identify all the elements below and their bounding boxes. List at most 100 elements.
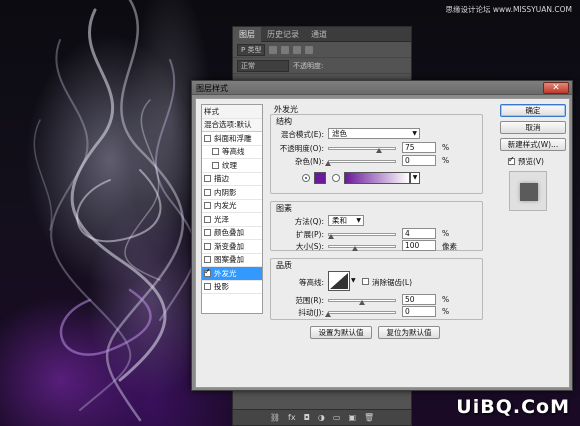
style-item[interactable]: 渐变叠加	[202, 240, 262, 254]
size-slider[interactable]	[328, 245, 396, 248]
style-item[interactable]: 内阴影	[202, 186, 262, 200]
style-checkbox[interactable]	[204, 242, 211, 250]
style-checkbox[interactable]	[204, 188, 211, 196]
blend-options-item[interactable]: 混合选项:默认	[202, 118, 262, 132]
dialog-titlebar[interactable]: 图层样式 ✕	[192, 81, 572, 95]
contour-dropdown-icon[interactable]: ▼	[351, 277, 356, 284]
style-checkbox[interactable]	[204, 267, 211, 277]
style-preview-thumbnail	[509, 171, 547, 211]
style-checkbox[interactable]	[212, 148, 219, 156]
opacity-label: 不透明度(O):	[279, 144, 324, 153]
anti-alias-checkbox[interactable]	[362, 278, 369, 285]
preview-label: 预览(V)	[518, 157, 544, 166]
quality-title: 品质	[276, 261, 292, 270]
spread-slider-thumb[interactable]	[327, 234, 334, 239]
opacity-slider-thumb[interactable]	[376, 148, 382, 153]
style-item[interactable]: 图案叠加	[202, 254, 262, 267]
spread-slider[interactable]	[328, 233, 396, 236]
style-item[interactable]: 颜色叠加	[202, 227, 262, 240]
structure-title: 结构	[276, 117, 292, 126]
layer-fx-icon[interactable]: fx	[288, 413, 296, 422]
gradient-dropdown-button[interactable]: ▼	[410, 172, 420, 184]
new-group-icon[interactable]: ▭	[333, 413, 341, 422]
style-item-label: 光泽	[214, 214, 229, 224]
size-slider-thumb[interactable]	[352, 246, 359, 251]
preview-square	[520, 183, 538, 201]
add-mask-icon[interactable]: ◘	[304, 413, 310, 422]
cancel-button[interactable]: 取消	[500, 121, 566, 134]
style-checkbox[interactable]	[204, 283, 211, 291]
contour-label: 等高线:	[298, 278, 324, 287]
tab-layers[interactable]: 图层	[233, 26, 261, 42]
text-filter-icon[interactable]	[293, 45, 302, 54]
jitter-input[interactable]: 0	[402, 306, 436, 317]
dialog-title: 图层样式	[196, 84, 228, 93]
technique-value: 柔和	[332, 216, 347, 225]
solid-color-radio[interactable]	[302, 174, 310, 182]
close-button[interactable]: ✕	[543, 82, 569, 94]
reset-default-button[interactable]: 复位为默认值	[378, 326, 440, 339]
adjustment-layer-icon[interactable]: ◑	[318, 413, 325, 422]
gradient-swatch[interactable]	[344, 172, 410, 184]
style-item[interactable]: 外发光	[202, 267, 262, 281]
layers-blend-row: 正常 不透明度:	[233, 58, 411, 74]
make-default-button[interactable]: 设置为默认值	[310, 326, 372, 339]
blend-mode-select[interactable]: 滤色 ▼	[328, 128, 420, 139]
contour-picker[interactable]	[328, 271, 350, 291]
opacity-slider[interactable]	[328, 147, 396, 150]
delete-layer-icon[interactable]: 🗑	[364, 413, 374, 422]
style-item-label: 斜面和浮雕	[214, 133, 252, 143]
shape-filter-icon[interactable]	[305, 45, 314, 54]
contour-curve-icon	[330, 273, 348, 289]
elements-title: 图素	[276, 204, 292, 213]
ok-button[interactable]: 确定	[500, 104, 566, 117]
range-label: 范围(R):	[295, 296, 324, 305]
style-item[interactable]: 内发光	[202, 200, 262, 213]
size-label: 大小(S):	[295, 242, 324, 251]
outer-glow-settings: 外发光 结构 混合模式(E): 滤色 ▼ 不透明度(O): 75 % 杂色(N)…	[268, 102, 486, 386]
tab-channels[interactable]: 通道	[305, 27, 333, 42]
preview-checkbox[interactable]	[508, 155, 515, 165]
spread-input[interactable]: 4	[402, 228, 436, 239]
link-layers-icon[interactable]: ⛓	[270, 413, 280, 422]
size-input[interactable]: 100	[402, 240, 436, 251]
style-item[interactable]: 斜面和浮雕	[202, 132, 262, 146]
style-item[interactable]: 等高线	[202, 146, 262, 159]
style-checkbox[interactable]	[204, 134, 211, 142]
new-style-button[interactable]: 新建样式(W)...	[500, 138, 566, 151]
jitter-slider[interactable]	[328, 311, 396, 314]
noise-input[interactable]: 0	[402, 155, 436, 166]
style-checkbox[interactable]	[204, 229, 211, 237]
range-slider-thumb[interactable]	[359, 300, 365, 305]
style-checkbox[interactable]	[212, 161, 219, 169]
style-item[interactable]: 投影	[202, 281, 262, 294]
noise-slider-thumb[interactable]	[325, 161, 331, 166]
noise-unit: %	[442, 156, 450, 165]
new-layer-icon[interactable]: ▣	[348, 413, 356, 422]
opacity-input[interactable]: 75	[402, 142, 436, 153]
opacity-unit: %	[442, 143, 450, 152]
style-item-label: 纹理	[222, 160, 237, 170]
range-input[interactable]: 50	[402, 294, 436, 305]
style-item[interactable]: 纹理	[202, 159, 262, 173]
style-item-label: 渐变叠加	[214, 241, 244, 251]
adjust-filter-icon[interactable]	[281, 45, 290, 54]
image-filter-icon[interactable]	[269, 45, 278, 54]
style-checkbox[interactable]	[204, 215, 211, 223]
tab-history[interactable]: 历史记录	[261, 27, 305, 42]
style-item[interactable]: 光泽	[202, 213, 262, 227]
style-list-header[interactable]: 样式	[202, 105, 262, 119]
style-checkbox[interactable]	[204, 256, 211, 264]
preview-toggle[interactable]: 预览(V)	[508, 155, 544, 167]
style-item[interactable]: 描边	[202, 173, 262, 186]
style-checkbox[interactable]	[204, 175, 211, 183]
jitter-slider-thumb[interactable]	[325, 312, 331, 317]
glow-color-swatch[interactable]	[314, 172, 326, 184]
noise-slider[interactable]	[328, 160, 396, 163]
technique-select[interactable]: 柔和 ▼	[328, 215, 364, 226]
layer-blend-mode-select[interactable]: 正常	[237, 59, 289, 72]
gradient-radio[interactable]	[332, 174, 340, 182]
layer-filter-select[interactable]: P 类型	[237, 43, 266, 56]
style-checkbox[interactable]	[204, 202, 211, 210]
blend-mode-value: 滤色	[332, 129, 347, 138]
